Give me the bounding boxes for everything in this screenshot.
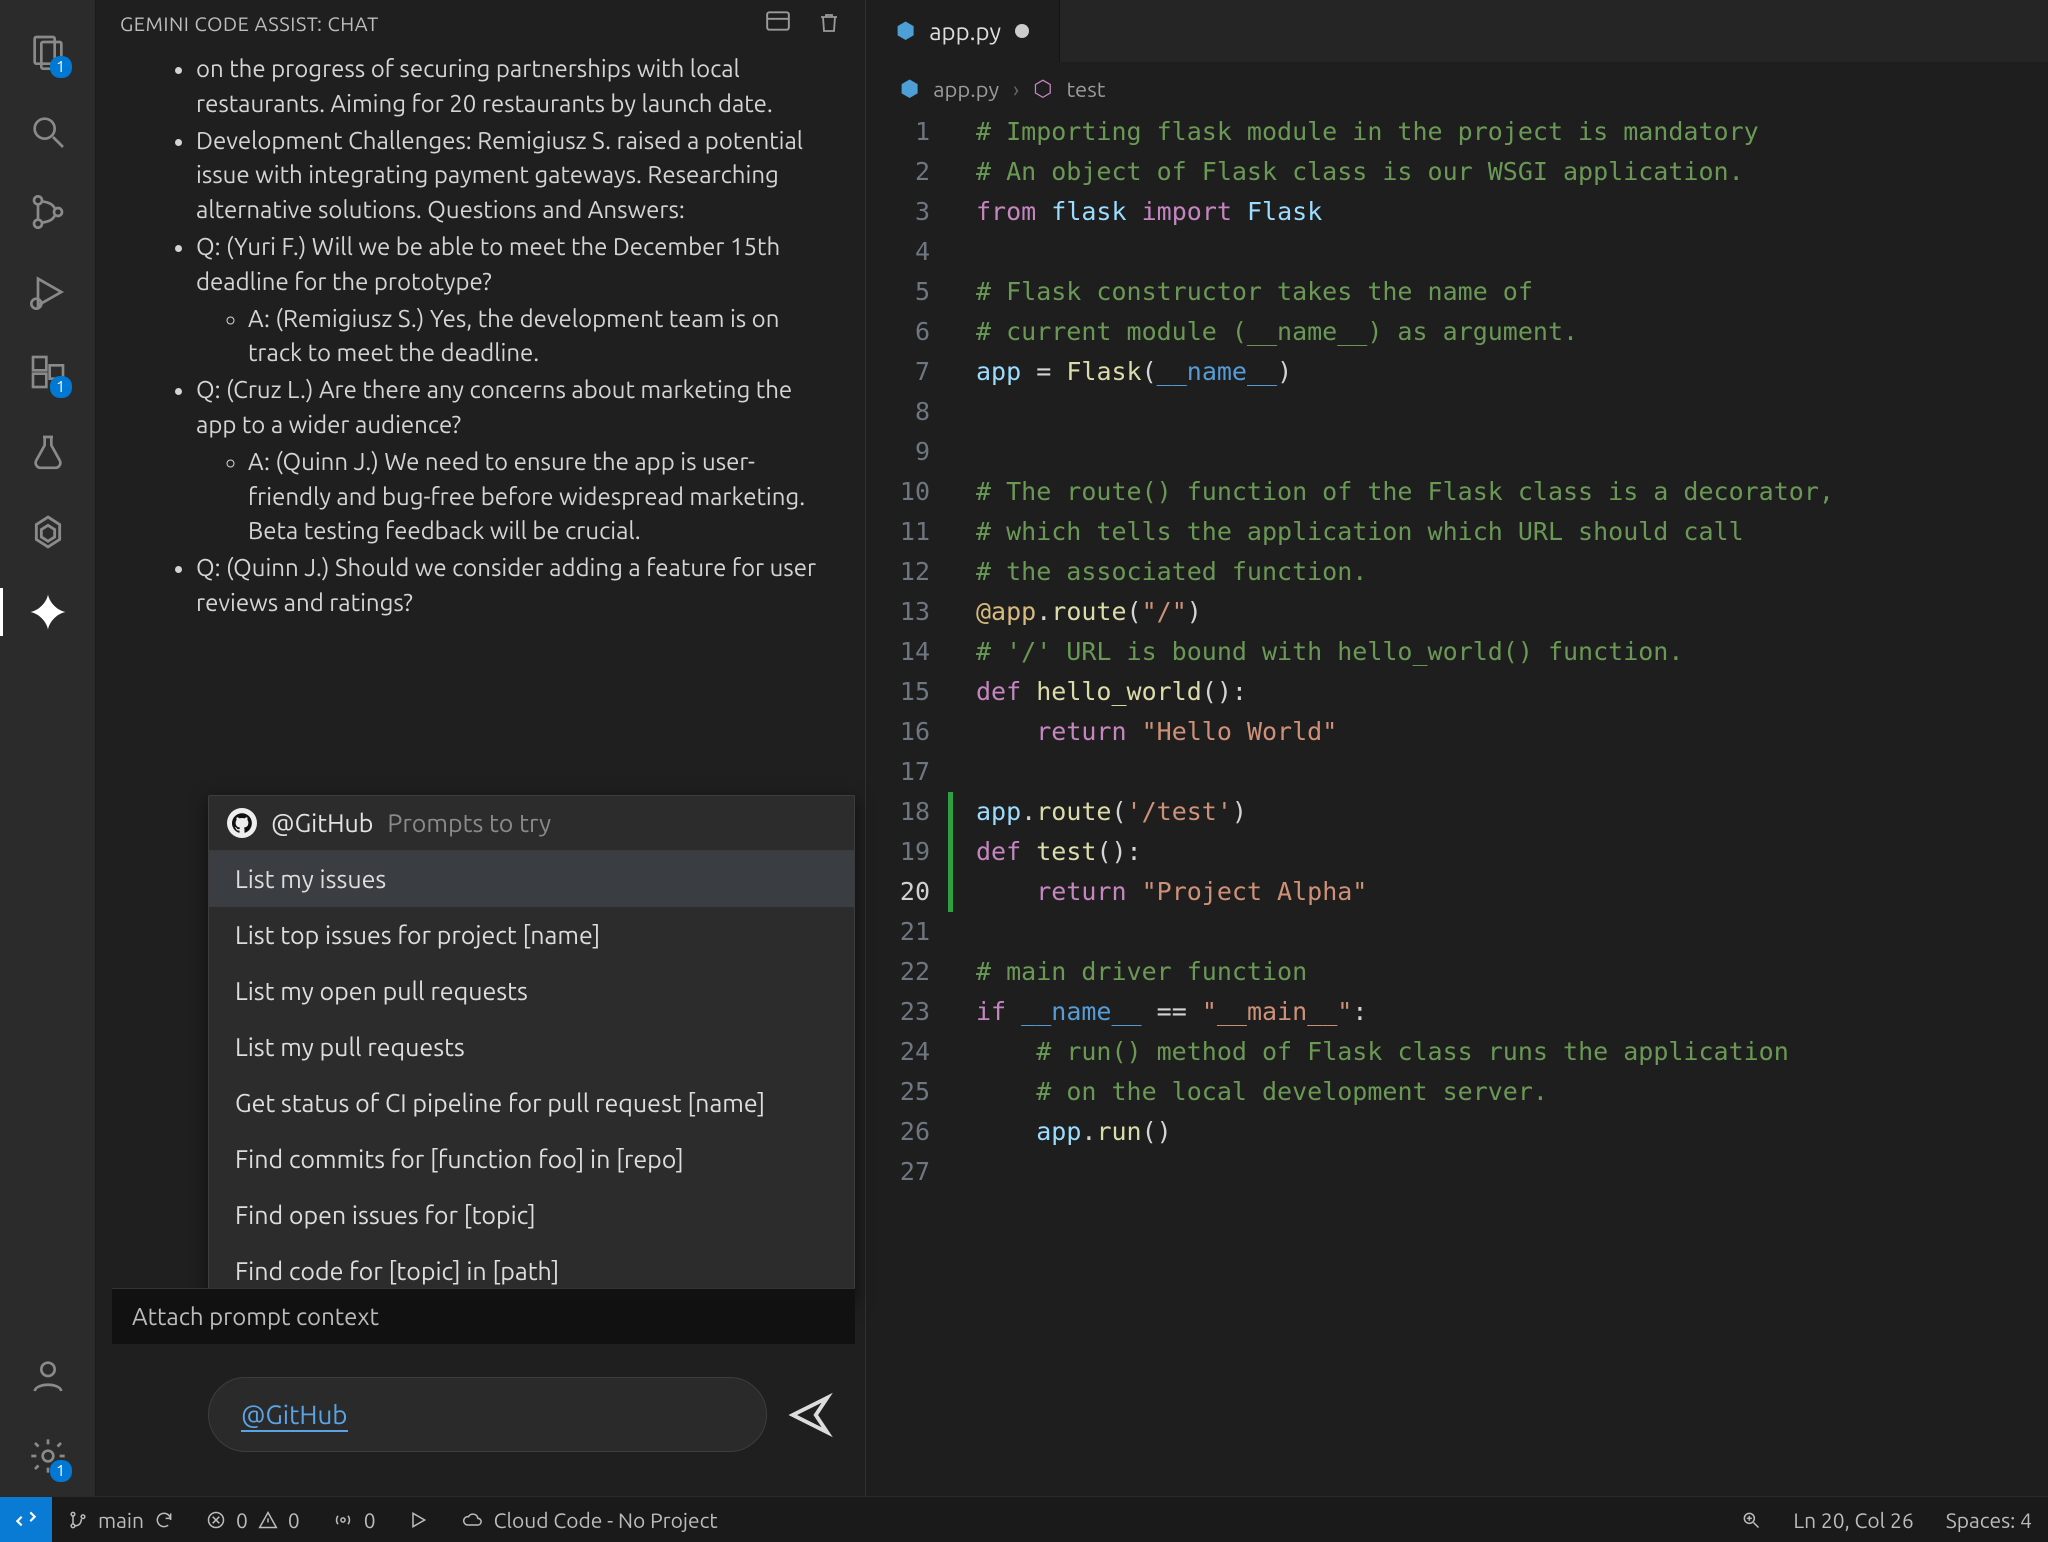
suggestions-header: @GitHub Prompts to try <box>209 796 854 851</box>
suggestion-item[interactable]: List top issues for project [name] <box>209 907 854 963</box>
status-ports[interactable]: 0 <box>316 1508 392 1532</box>
python-file-icon: ⬢ <box>900 76 919 102</box>
status-cursor-pos[interactable]: Ln 20, Col 26 <box>1777 1508 1929 1532</box>
accounts-icon[interactable] <box>18 1346 78 1406</box>
chat-bullet: Q: (Yuri F.) Will we be able to meet the… <box>196 230 835 371</box>
chat-bullet: on the progress of securing partnerships… <box>196 52 835 122</box>
suggestions-hint: Prompts to try <box>387 809 551 837</box>
activity-bar: 1 1 1 <box>0 0 96 1496</box>
breadcrumb-file[interactable]: app.py <box>933 77 999 102</box>
chat-subbullet: A: (Quinn J.) We need to ensure the app … <box>248 445 835 549</box>
suggestions-source: @GitHub <box>271 809 373 837</box>
attach-context-row[interactable]: Attach prompt context <box>112 1288 855 1344</box>
explorer-badge: 1 <box>50 56 72 78</box>
breadcrumbs[interactable]: ⬢ app.py › ⬡ test <box>866 62 2048 112</box>
run-debug-icon[interactable] <box>18 262 78 322</box>
status-spaces[interactable]: Spaces: 4 <box>1930 1508 2048 1532</box>
suggestion-item[interactable]: Find commits for [function foo] in [repo… <box>209 1131 854 1187</box>
chat-bullet: Development Challenges: Remigiusz S. rai… <box>196 124 835 228</box>
panel-title: GEMINI CODE ASSIST: CHAT <box>120 12 379 35</box>
error-icon <box>206 1510 226 1530</box>
broadcast-icon <box>332 1510 354 1530</box>
warning-icon <box>258 1510 278 1530</box>
settings-badge: 1 <box>50 1460 72 1482</box>
gemini-assist-icon[interactable] <box>18 582 78 642</box>
status-problems[interactable]: 0 0 <box>190 1508 316 1532</box>
status-branch[interactable]: main <box>52 1508 190 1532</box>
panel-action-card-icon[interactable] <box>765 10 791 36</box>
status-cloudcode[interactable]: Cloud Code - No Project <box>444 1508 734 1532</box>
tab-bar: ⬢ app.py <box>866 0 2048 62</box>
extensions-badge: 1 <box>50 376 72 398</box>
prompt-suggestions-popup: @GitHub Prompts to try List my issuesLis… <box>208 795 855 1300</box>
chat-input[interactable]: @GitHub <box>208 1377 767 1452</box>
testing-icon[interactable] <box>18 422 78 482</box>
status-debug-icon[interactable] <box>392 1510 444 1530</box>
explorer-icon[interactable]: 1 <box>18 22 78 82</box>
suggestion-item[interactable]: List my open pull requests <box>209 963 854 1019</box>
breadcrumb-symbol[interactable]: test <box>1066 77 1105 102</box>
cloud-icon <box>460 1510 484 1530</box>
suggestion-item[interactable]: List my issues <box>209 851 854 907</box>
panel-action-trash-icon[interactable] <box>817 10 841 36</box>
settings-gear-icon[interactable]: 1 <box>18 1426 78 1486</box>
function-icon: ⬡ <box>1033 76 1052 102</box>
chat-content: on the progress of securing partnerships… <box>96 50 865 623</box>
status-bar: main 0 0 0 Cloud Code - No Project Ln 20… <box>0 1496 2048 1542</box>
suggestion-item[interactable]: List my pull requests <box>209 1019 854 1075</box>
code-editor[interactable]: 1234567891011121314151617181920212223242… <box>866 112 2048 1192</box>
tab-app-py[interactable]: ⬢ app.py <box>866 0 1060 62</box>
tab-dirty-indicator-icon <box>1015 24 1029 38</box>
status-zoom-icon[interactable] <box>1725 1508 1777 1532</box>
suggestion-item[interactable]: Get status of CI pipeline for pull reque… <box>209 1075 854 1131</box>
tab-label: app.py <box>929 18 1001 45</box>
remote-indicator-icon[interactable] <box>0 1497 52 1542</box>
chevron-right-icon: › <box>1013 77 1019 102</box>
send-button[interactable] <box>787 1392 833 1438</box>
chat-panel: GEMINI CODE ASSIST: CHAT on the progress… <box>96 0 866 1496</box>
python-file-icon: ⬢ <box>896 18 915 44</box>
sync-icon[interactable] <box>154 1510 174 1530</box>
chat-bullet: Q: (Cruz L.) Are there any concerns abou… <box>196 373 835 549</box>
suggestion-item[interactable]: Find open issues for [topic] <box>209 1187 854 1243</box>
chat-subbullet: A: (Remigiusz S.) Yes, the development t… <box>248 302 835 372</box>
editor-area: ⬢ app.py ⬢ app.py › ⬡ test 1234567891011… <box>866 0 2048 1496</box>
chat-bullet: Q: (Quinn J.) Should we consider adding … <box>196 551 835 621</box>
extensions-icon[interactable]: 1 <box>18 342 78 402</box>
github-icon <box>227 808 257 838</box>
search-icon[interactable] <box>18 102 78 162</box>
source-control-icon[interactable] <box>18 182 78 242</box>
cloud-code-icon[interactable] <box>18 502 78 562</box>
panel-title-bar: GEMINI CODE ASSIST: CHAT <box>96 0 865 50</box>
